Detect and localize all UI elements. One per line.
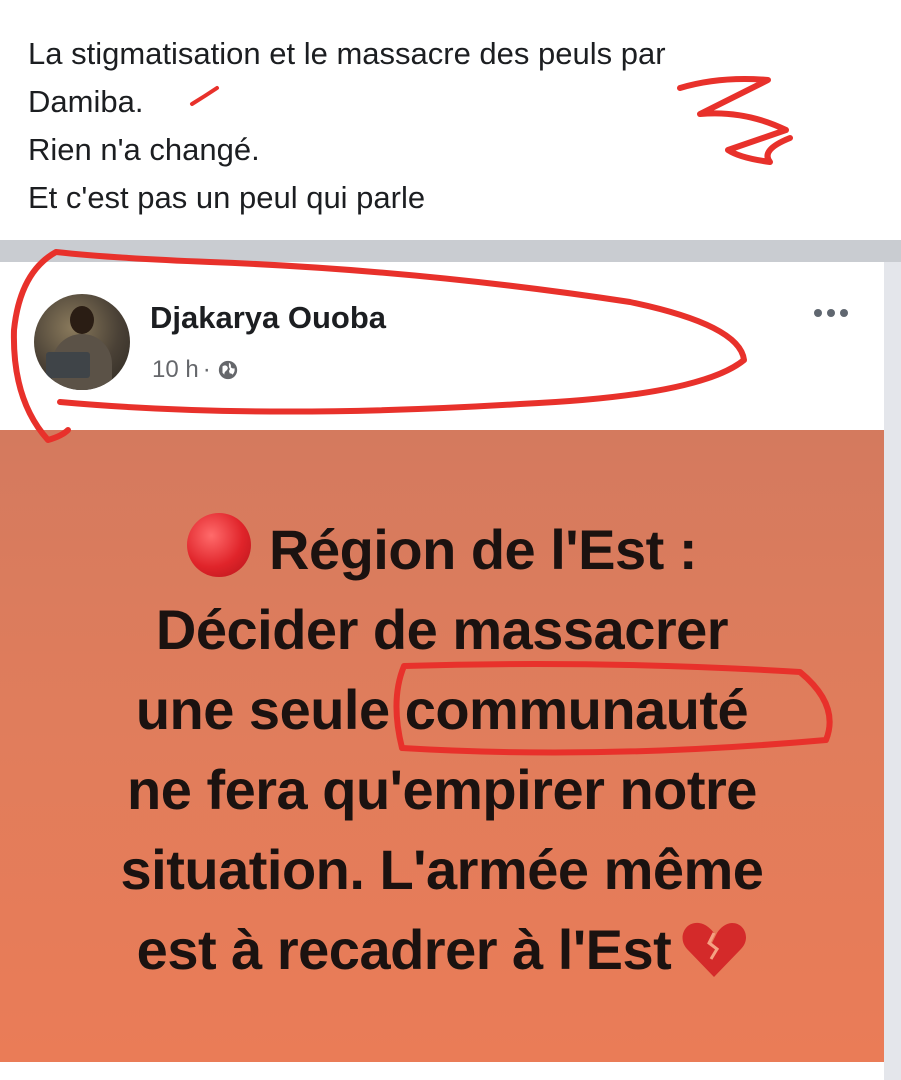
post-time[interactable]: 10 h — [152, 356, 199, 384]
screenshot-page: La stigmatisation et le massacre des peu… — [0, 0, 901, 1080]
caption-line-2: Damiba. — [28, 84, 144, 119]
image-text-line-3-start: une seule — [135, 678, 405, 741]
post-meta: 10 h · — [152, 356, 239, 384]
image-text-line-3: une seule communauté — [0, 670, 884, 750]
caption-line-1: La stigmatisation et le massacre des peu… — [28, 36, 666, 71]
more-options-button[interactable] — [808, 298, 854, 328]
image-text-last: est à recadrer à l'Est — [136, 918, 672, 981]
more-dot — [814, 309, 822, 317]
image-text-line-5: situation. L'armée même — [120, 838, 764, 901]
author-avatar[interactable] — [34, 294, 130, 390]
avatar-head — [70, 306, 94, 334]
red-circle-icon — [187, 513, 252, 577]
bottom-strip — [0, 1062, 884, 1080]
image-text-line-2: Décider de massacrer — [155, 598, 729, 661]
image-text-line-1: Région de l'Est : — [0, 510, 884, 590]
shared-post-divider — [0, 240, 901, 262]
shared-post-header: Djakarya Ouoba 10 h · — [0, 262, 884, 430]
post-image-text: Région de l'Est : Décider de massacrer u… — [0, 510, 884, 990]
avatar-laptop — [46, 352, 90, 378]
globe-icon — [218, 360, 237, 380]
caption-line-4: Et c'est pas un peul qui parle — [28, 180, 426, 215]
meta-separator: · — [202, 356, 211, 383]
more-dot — [840, 309, 848, 317]
post-caption: La stigmatisation et le massacre des peu… — [28, 30, 878, 222]
more-dot — [827, 309, 835, 317]
author-name[interactable]: Djakarya Ouoba — [150, 300, 386, 336]
image-text-line-6: est à recadrer à l'Est — [0, 910, 884, 990]
broken-heart-icon — [682, 922, 747, 977]
image-text-title: Région de l'Est : — [269, 518, 697, 581]
image-text-highlight-word: communauté — [404, 678, 749, 741]
caption-line-3: Rien n'a changé. — [28, 132, 260, 167]
post-image[interactable]: Région de l'Est : Décider de massacrer u… — [0, 430, 884, 1062]
scrollbar-track — [884, 262, 901, 1080]
image-text-line-4: ne fera qu'empirer notre — [127, 758, 757, 821]
